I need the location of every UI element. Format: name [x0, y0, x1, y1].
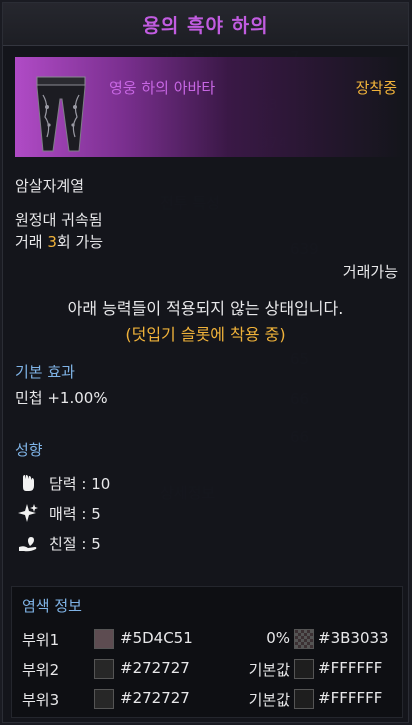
- dye-row-1: 부위1 #5D4C51 0% #3B3033: [12, 627, 402, 651]
- pattern-swatch: [294, 689, 314, 709]
- tendency-charm-label: 매력 : 5: [49, 504, 101, 523]
- bind-info: 원정대 귀속됨: [15, 211, 103, 229]
- item-tooltip: 용의 흑야 하의 영웅 하의 아바타 장착중 암살자계열 원정대 귀속됨 거래 …: [2, 2, 409, 723]
- dye-row-3: 부위3 #272727 기본값 #FFFFFF: [12, 687, 402, 711]
- dye-part-label: 부위3: [22, 691, 60, 709]
- color-swatch: [94, 659, 114, 679]
- dye-hex-primary: #272727: [120, 659, 190, 677]
- dye-hex-secondary: #3B3033: [318, 629, 389, 647]
- item-header: 영웅 하의 아바타 장착중: [15, 57, 403, 157]
- heart-hand-icon: [17, 532, 39, 554]
- fist-icon: [17, 472, 39, 494]
- dye-hex-secondary: #FFFFFF: [318, 689, 383, 707]
- item-title: 용의 흑야 하의: [142, 14, 269, 37]
- dye-hex-primary: #5D4C51: [120, 629, 193, 647]
- tradable-label: 거래가능: [342, 263, 398, 281]
- black-stocking-pants-icon: [29, 73, 93, 153]
- dye-info-heading: 염색 정보: [22, 597, 82, 615]
- equipped-status: 장착중: [355, 79, 397, 97]
- dye-hex-primary: #272727: [120, 689, 190, 707]
- dye-pattern-value: 기본값: [248, 661, 290, 679]
- item-grade-type: 영웅 하의 아바타: [109, 79, 216, 97]
- class-restriction: 암살자계열: [15, 177, 85, 195]
- tendency-charm: 매력 : 5: [17, 501, 101, 525]
- dye-part-label: 부위1: [22, 631, 60, 649]
- basic-effect-heading: 기본 효과: [15, 363, 75, 381]
- tooltip-title-bar: 용의 흑야 하의: [3, 3, 408, 46]
- trade-prefix: 거래: [15, 233, 48, 251]
- dye-info-panel: 염색 정보 부위1 #5D4C51 0% #3B3033 부위2 #272727…: [11, 586, 403, 718]
- color-swatch: [94, 689, 114, 709]
- color-swatch: [94, 629, 114, 649]
- tendency-courage-label: 담력 : 10: [49, 474, 111, 493]
- sparkle-icon: [17, 502, 39, 524]
- trade-count: 거래 3회 가능: [15, 231, 103, 252]
- tendency-kindness-label: 친절 : 5: [49, 534, 101, 553]
- dye-pattern-value: 0%: [266, 629, 290, 647]
- notice-line-2: (덧입기 슬롯에 착용 중): [125, 325, 286, 344]
- tendency-heading: 성향: [15, 441, 43, 459]
- basic-effect-value: 민첩 +1.00%: [15, 389, 108, 407]
- pattern-swatch: [294, 629, 314, 649]
- trade-suffix: 회 가능: [56, 233, 104, 251]
- dye-row-2: 부위2 #272727 기본값 #FFFFFF: [12, 657, 402, 681]
- tendency-courage: 담력 : 10: [17, 471, 110, 495]
- notice-line-1: 아래 능력들이 적용되지 않는 상태입니다.: [67, 299, 344, 318]
- dye-hex-secondary: #FFFFFF: [318, 659, 383, 677]
- trade-count-number: 3: [47, 233, 57, 251]
- dye-part-label: 부위2: [22, 661, 60, 679]
- dye-pattern-value: 기본값: [248, 691, 290, 709]
- pattern-swatch: [294, 659, 314, 679]
- tendency-kindness: 친절 : 5: [17, 531, 101, 555]
